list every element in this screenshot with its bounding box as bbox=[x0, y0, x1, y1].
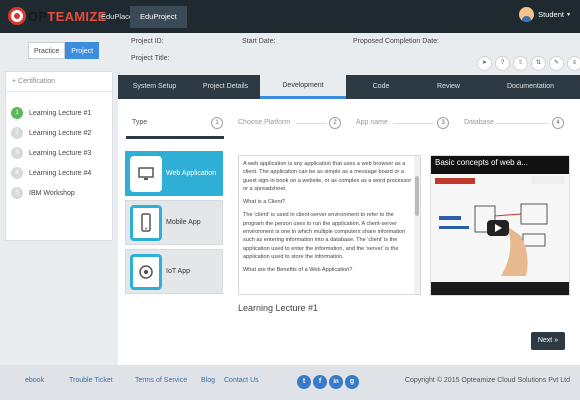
copyright-text: Copyright © 2015 Opteamize Cloud Solutio… bbox=[404, 377, 570, 384]
project-header: Project ID: Start Date: Proposed Complet… bbox=[118, 33, 580, 75]
footer-link-blog[interactable]: Blog bbox=[201, 377, 215, 384]
sidebar: Practice Project + Certification 1 Learn… bbox=[0, 33, 118, 365]
sort-icon[interactable]: ⇅ bbox=[531, 56, 546, 71]
mobile-icon bbox=[130, 205, 162, 241]
web-application-label: Web Application bbox=[166, 170, 217, 177]
section-header[interactable]: + Certification bbox=[6, 72, 112, 92]
iot-app-label: IoT App bbox=[166, 268, 191, 275]
footer-link-ebook[interactable]: ebook bbox=[25, 377, 44, 384]
facebook-icon[interactable]: f bbox=[313, 375, 327, 389]
sidebar-item-lecture-1[interactable]: 1 Learning Lecture #1 bbox=[11, 106, 91, 120]
project-toggle[interactable]: Project bbox=[65, 42, 100, 59]
paragraph: What are the Benefits of a Web Applicati… bbox=[243, 267, 353, 274]
step-number: 2 bbox=[11, 127, 23, 139]
double-chevron-right-icon: » bbox=[554, 337, 559, 344]
project-title-label: Project Title: bbox=[131, 55, 170, 62]
mobile-app-label: Mobile App bbox=[166, 219, 201, 226]
tab-system-setup[interactable]: System Setup bbox=[118, 75, 191, 99]
step-divider bbox=[496, 123, 548, 124]
practice-toggle[interactable]: Practice bbox=[28, 42, 66, 59]
description-textbox[interactable]: A web application is any application tha… bbox=[238, 155, 421, 295]
sidebar-item-ibm-workshop[interactable]: 5 IBM Workshop bbox=[11, 186, 75, 200]
sidebar-item-label: Learning Lecture #2 bbox=[29, 129, 92, 137]
development-card: System Setup Project Details Development… bbox=[118, 75, 580, 365]
step-platform-number[interactable]: 2 bbox=[329, 117, 341, 129]
send-icon[interactable]: ➤ bbox=[477, 56, 492, 71]
tab-review[interactable]: Review bbox=[416, 75, 481, 99]
logo-target-icon bbox=[8, 7, 26, 25]
mode-toggle: Practice Project bbox=[28, 42, 100, 59]
monitor-icon bbox=[130, 156, 162, 192]
step-number: 5 bbox=[11, 187, 23, 199]
upload-icon[interactable]: ⇧ bbox=[513, 56, 528, 71]
tab-development[interactable]: Development bbox=[260, 75, 346, 99]
sidebar-item-label: Learning Lecture #4 bbox=[29, 169, 92, 177]
iot-app-button[interactable]: IoT App bbox=[125, 249, 223, 294]
sidebar-item-label: Learning Lecture #3 bbox=[29, 149, 92, 157]
step-divider bbox=[393, 123, 433, 124]
user-name: Student bbox=[538, 10, 564, 19]
chevron-down-icon: ▾ bbox=[566, 12, 570, 18]
tab-documentation[interactable]: Documentation bbox=[481, 75, 580, 99]
step-appname-number[interactable]: 3 bbox=[437, 117, 449, 129]
paragraph: What is a Client? bbox=[243, 199, 286, 206]
next-button[interactable]: Next » bbox=[531, 332, 565, 350]
sidebar-item-lecture-3[interactable]: 3 Learning Lecture #3 bbox=[11, 146, 91, 160]
edit-icon[interactable]: ✎ bbox=[549, 56, 564, 71]
play-icon[interactable] bbox=[487, 220, 509, 236]
step-appname-label: App name bbox=[356, 119, 388, 126]
twitter-icon[interactable]: t bbox=[297, 375, 311, 389]
section-label: Certification bbox=[18, 78, 56, 85]
lecture-title: Learning Lecture #1 bbox=[238, 303, 319, 313]
tab-bar: System Setup Project Details Development… bbox=[118, 75, 580, 99]
tab-project-details[interactable]: Project Details bbox=[191, 75, 260, 99]
step-platform-label: Choose Platform bbox=[238, 119, 291, 126]
step-divider bbox=[296, 123, 326, 124]
mobile-app-button[interactable]: Mobile App bbox=[125, 200, 223, 245]
footer: ebook Trouble Ticket Terms of Service Bl… bbox=[0, 365, 580, 400]
video-controls[interactable] bbox=[431, 282, 569, 295]
footer-link-terms[interactable]: Terms of Service bbox=[135, 377, 187, 384]
lecture-video[interactable]: Basic concepts of web a... bbox=[430, 155, 570, 296]
start-date-label: Start Date: bbox=[242, 38, 276, 45]
top-navbar: OPTEAMIZE EduPlace EduProject Student ▾ bbox=[0, 0, 580, 33]
sidebar-item-label: IBM Workshop bbox=[29, 189, 75, 197]
help-icon[interactable]: ? bbox=[495, 56, 510, 71]
step-progress-bar bbox=[126, 136, 224, 139]
paragraph: A web application is any application tha… bbox=[243, 161, 412, 192]
footer-link-trouble-ticket[interactable]: Trouble Ticket bbox=[69, 377, 113, 384]
project-id-label: Project ID: bbox=[131, 38, 164, 45]
next-label: Next bbox=[537, 337, 553, 344]
step-database-number[interactable]: 4 bbox=[552, 117, 564, 129]
web-application-button[interactable]: Web Application bbox=[125, 151, 223, 196]
sidebar-item-lecture-4[interactable]: 4 Learning Lecture #4 bbox=[11, 166, 91, 180]
step-database-label: Database bbox=[464, 119, 494, 126]
footer-link-contact[interactable]: Contact Us bbox=[224, 377, 259, 384]
step-number: 4 bbox=[11, 167, 23, 179]
step-number: 1 bbox=[11, 107, 23, 119]
linkedin-icon[interactable]: in bbox=[329, 375, 343, 389]
wizard-steps: Type 1 Choose Platform 2 App name 3 Data… bbox=[118, 115, 580, 135]
logo-prefix: OP bbox=[28, 8, 48, 24]
google-plus-icon[interactable]: g bbox=[345, 375, 359, 389]
avatar bbox=[519, 7, 535, 22]
tab-code[interactable]: Code bbox=[346, 75, 416, 99]
nav-eduproject[interactable]: EduProject bbox=[130, 6, 187, 28]
lecture-panel: + Certification 1 Learning Lecture #1 2 … bbox=[5, 71, 113, 241]
step-number: 3 bbox=[11, 147, 23, 159]
sidebar-item-label: Learning Lecture #1 bbox=[29, 109, 92, 117]
step-type-label: Type bbox=[132, 119, 148, 126]
user-menu[interactable]: Student ▾ bbox=[519, 7, 570, 22]
step-type-number[interactable]: 1 bbox=[211, 117, 223, 129]
list-icon[interactable]: ≡ bbox=[567, 56, 580, 71]
scrollbar[interactable] bbox=[414, 156, 420, 294]
sidebar-item-lecture-2[interactable]: 2 Learning Lecture #2 bbox=[11, 126, 91, 140]
paragraph: The 'client' is used in client-server en… bbox=[243, 212, 406, 260]
scroll-thumb[interactable] bbox=[415, 176, 419, 216]
completion-date-label: Proposed Completion Date: bbox=[353, 38, 439, 45]
iot-device-icon bbox=[130, 254, 162, 290]
